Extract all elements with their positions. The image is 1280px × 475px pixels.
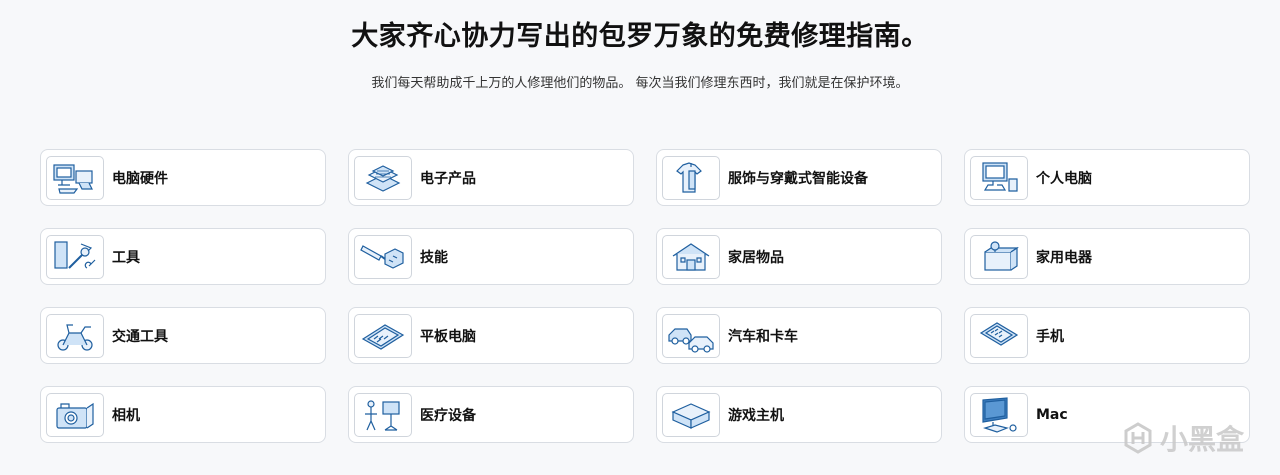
category-card-electronics[interactable]: 电子产品 (348, 149, 634, 206)
category-card-appliance[interactable]: 家用电器 (964, 228, 1250, 285)
category-label: 服饰与穿戴式智能设备 (728, 170, 868, 187)
tools-icon (46, 234, 104, 279)
pc-icon (970, 155, 1028, 200)
vehicle-icon (46, 313, 104, 358)
camera-icon (46, 392, 104, 437)
category-label: 汽车和卡车 (728, 328, 798, 345)
electronics-icon (354, 155, 412, 200)
category-label: 电脑硬件 (112, 170, 168, 187)
category-label: 家用电器 (1036, 249, 1092, 266)
page-title: 大家齐心协力写出的包罗万象的免费修理指南。 (351, 21, 929, 52)
medical-icon (354, 392, 412, 437)
category-card-game-console[interactable]: 游戏主机 (656, 386, 942, 443)
mac-icon (970, 392, 1028, 437)
apparel-icon (662, 155, 720, 200)
category-card-computer-hardware[interactable]: 电脑硬件 (40, 149, 326, 206)
xiaoheihe-logo-icon (1124, 422, 1152, 454)
category-card-phone[interactable]: 手机 (964, 307, 1250, 364)
category-card-vehicle[interactable]: 交通工具 (40, 307, 326, 364)
home-icon (662, 234, 720, 279)
page-subtitle: 我们每天帮助成千上万的人修理他们的物品。 每次当我们修理东西时，我们就是在保护环… (371, 76, 909, 91)
category-label: 相机 (112, 407, 140, 424)
category-label: 手机 (1036, 328, 1064, 345)
category-card-skills[interactable]: 技能 (348, 228, 634, 285)
category-label: 个人电脑 (1036, 170, 1092, 187)
game-console-icon (662, 392, 720, 437)
skills-icon (354, 234, 412, 279)
appliance-icon (970, 234, 1028, 279)
category-card-medical[interactable]: 医疗设备 (348, 386, 634, 443)
computer-hardware-icon (46, 155, 104, 200)
phone-icon (970, 313, 1028, 358)
watermark: 小黑盒 (1122, 418, 1244, 458)
tablet-icon (354, 313, 412, 358)
category-card-apparel[interactable]: 服饰与穿戴式智能设备 (656, 149, 942, 206)
category-grid: 电脑硬件 电子产品 服饰与穿戴式智能设备 个人电脑 工具 技能 家居物品 家用电… (40, 149, 1250, 443)
category-label: 电子产品 (420, 170, 476, 187)
category-label: 交通工具 (112, 328, 168, 345)
category-card-pc[interactable]: 个人电脑 (964, 149, 1250, 206)
category-label: 平板电脑 (420, 328, 476, 345)
category-label: 家居物品 (728, 249, 784, 266)
car-truck-icon (662, 313, 720, 358)
category-label: 游戏主机 (728, 407, 784, 424)
category-label: 工具 (112, 249, 140, 266)
category-label: 医疗设备 (420, 407, 476, 424)
category-card-camera[interactable]: 相机 (40, 386, 326, 443)
category-label: 技能 (420, 249, 448, 266)
category-card-car-truck[interactable]: 汽车和卡车 (656, 307, 942, 364)
watermark-text: 小黑盒 (1159, 423, 1244, 456)
category-card-home[interactable]: 家居物品 (656, 228, 942, 285)
category-card-tools[interactable]: 工具 (40, 228, 326, 285)
category-label: Mac (1036, 406, 1068, 423)
category-card-tablet[interactable]: 平板电脑 (348, 307, 634, 364)
